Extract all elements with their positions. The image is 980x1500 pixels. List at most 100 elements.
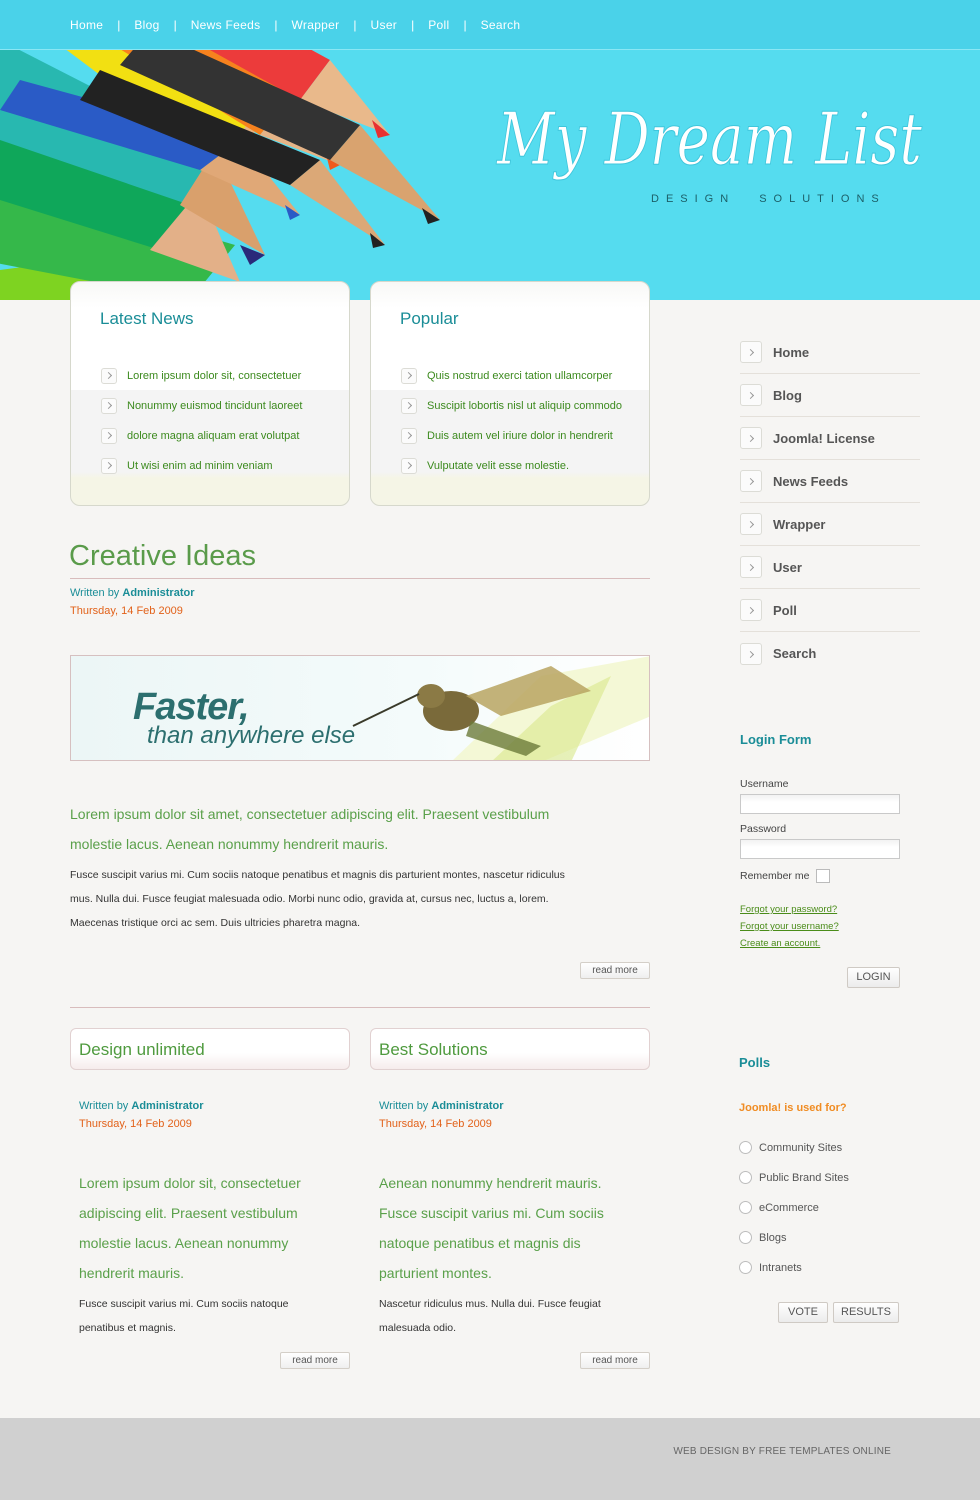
chevron-right-icon <box>101 458 117 474</box>
remember-me-checkbox[interactable] <box>816 869 830 883</box>
password-field[interactable] <box>740 839 900 859</box>
chevron-right-icon <box>740 341 762 363</box>
body-line: Nascetur ridiculus mus. Nulla dui. Fusce… <box>379 1298 601 1310</box>
tagline: DESIGN SOLUTIONS <box>651 193 886 205</box>
list-item[interactable]: Quis nostrud exerci tation ullamcorper <box>401 361 622 391</box>
username-label: Username <box>740 778 789 790</box>
body-line: Maecenas tristique orci ac sem. Duis ult… <box>70 917 361 929</box>
author-name: Administrator <box>431 1100 504 1112</box>
body-line: malesuada odio. <box>379 1322 457 1334</box>
side-menu-item-joomla-license[interactable]: Joomla! License <box>740 417 920 460</box>
latest-news-box: Latest News Lorem ipsum dolor sit, conse… <box>70 281 350 506</box>
create-account-link[interactable]: Create an account. <box>740 938 820 949</box>
article-body: Fusce suscipit varius mi. Cum sociis nat… <box>70 863 565 935</box>
topnav-news-feeds[interactable]: News Feeds <box>191 18 261 32</box>
body-line: Fusce suscipit varius mi. Cum sociis nat… <box>70 869 565 881</box>
article-lead: Lorem ipsum dolor sit amet, consectetuer… <box>70 799 549 859</box>
latest-news-title: Latest News <box>100 309 194 328</box>
lead-line: molestie lacus. Aenean nonummy hendrerit… <box>70 836 389 852</box>
side-menu-item-home[interactable]: Home <box>740 331 920 374</box>
lead-line: Aenean nonummy hendrerit mauris. <box>379 1175 602 1191</box>
list-item[interactable]: Nonummy euismod tincidunt laoreet <box>101 391 302 421</box>
list-item[interactable]: Vulputate velit esse molestie. <box>401 451 622 481</box>
body-line: Fusce suscipit varius mi. Cum sociis nat… <box>79 1298 289 1310</box>
divider <box>70 578 650 579</box>
polls-title: Polls <box>739 1055 771 1070</box>
vote-button[interactable]: VOTE <box>778 1302 828 1323</box>
logo-text: My Dream List <box>495 97 922 181</box>
chevron-right-icon <box>401 458 417 474</box>
password-label: Password <box>740 823 787 835</box>
poll-radio[interactable] <box>739 1231 752 1244</box>
side-menu-label: Home <box>773 344 810 360</box>
list-item-label: Suscipit lobortis nisl ut aliquip commod… <box>427 400 623 412</box>
top-navigation-bar: Home | Blog | News Feeds | Wrapper | User | Poll | S… <box>0 0 980 50</box>
lead-line: Lorem ipsum dolor sit, consectetuer <box>79 1175 301 1191</box>
side-menu-label: User <box>773 559 802 575</box>
side-menu-label: Blog <box>773 387 802 403</box>
article-header-box: Design unlimited <box>70 1028 350 1070</box>
forgot-username-link[interactable]: Forgot your username? <box>740 921 839 932</box>
results-button[interactable]: RESULTS <box>833 1302 899 1323</box>
article-author: Written by Administrator <box>79 1100 204 1112</box>
side-menu-label: Wrapper <box>773 516 826 532</box>
chevron-right-icon <box>101 428 117 444</box>
lead-line: molestie lacus. Aenean nonummy <box>79 1235 289 1251</box>
list-item[interactable]: Duis autem vel iriure dolor in hendrerit <box>401 421 622 451</box>
list-item[interactable]: Suscipit lobortis nisl ut aliquip commod… <box>401 391 622 421</box>
poll-radio[interactable] <box>739 1261 752 1274</box>
written-by-label: Written by <box>79 1100 129 1112</box>
chevron-right-icon <box>401 368 417 384</box>
remember-me-label: Remember me <box>740 870 810 882</box>
topnav-wrapper[interactable]: Wrapper <box>292 18 340 32</box>
side-menu: Home Blog Joomla! License News Feeds Wra… <box>740 331 920 675</box>
topnav-search[interactable]: Search <box>481 18 521 32</box>
read-more-button[interactable]: read more <box>280 1352 350 1369</box>
topnav-user[interactable]: User <box>371 18 398 32</box>
body-line: mus. Nulla dui. Fusce feugiat malesuada … <box>70 893 549 905</box>
separator: | <box>411 18 415 32</box>
side-menu-item-search[interactable]: Search <box>740 632 920 675</box>
separator: | <box>117 18 121 32</box>
topnav-blog[interactable]: Blog <box>134 18 159 32</box>
poll-question: Joomla! is used for? <box>739 1102 847 1114</box>
topnav-poll[interactable]: Poll <box>428 18 449 32</box>
chevron-right-icon <box>101 398 117 414</box>
side-menu-label: Search <box>773 646 817 661</box>
list-item[interactable]: dolore magna aliquam erat volutpat <box>101 421 302 451</box>
lead-line: natoque penatibus et magnis dis <box>379 1235 581 1251</box>
topnav-home[interactable]: Home <box>70 18 103 32</box>
poll-option-label: eCommerce <box>759 1202 819 1214</box>
side-menu-label: Joomla! License <box>773 430 875 446</box>
poll-radio[interactable] <box>739 1141 752 1154</box>
body-line: penatibus et magnis. <box>79 1322 176 1334</box>
side-menu-item-blog[interactable]: Blog <box>740 374 920 417</box>
list-item-label: dolore magna aliquam erat volutpat <box>127 430 300 442</box>
login-button[interactable]: LOGIN <box>847 967 900 988</box>
article-author: Written by Administrator <box>379 1100 504 1112</box>
lead-line: adipiscing elit. Praesent vestibulum <box>79 1205 298 1221</box>
article-banner-image: Faster, than anywhere else <box>70 655 650 761</box>
written-by-label: Written by <box>70 587 120 599</box>
forgot-password-link[interactable]: Forgot your password? <box>740 904 837 915</box>
list-item-label: Duis autem vel iriure dolor in hendrerit <box>427 430 613 442</box>
side-menu-item-user[interactable]: User <box>740 546 920 589</box>
list-item[interactable]: Ut wisi enim ad minim veniam <box>101 451 302 481</box>
popular-title: Popular <box>400 309 459 328</box>
login-form-title: Login Form <box>740 732 812 747</box>
header: Home | Blog | News Feeds | Wrapper | User | Poll | S… <box>0 0 980 300</box>
chevron-right-icon <box>401 428 417 444</box>
list-item[interactable]: Lorem ipsum dolor sit, consectetuer <box>101 361 302 391</box>
poll-option-label: Community Sites <box>759 1142 843 1154</box>
poll-radio[interactable] <box>739 1201 752 1214</box>
poll-radio[interactable] <box>739 1171 752 1184</box>
chevron-right-icon <box>740 384 762 406</box>
side-menu-item-wrapper[interactable]: Wrapper <box>740 503 920 546</box>
side-menu-item-poll[interactable]: Poll <box>740 589 920 632</box>
read-more-button[interactable]: read more <box>580 962 650 979</box>
list-item-label: Lorem ipsum dolor sit, consectetuer <box>127 370 302 382</box>
read-more-button[interactable]: read more <box>580 1352 650 1369</box>
side-menu-item-news-feeds[interactable]: News Feeds <box>740 460 920 503</box>
tagline-design: DESIGN <box>651 193 736 205</box>
username-field[interactable] <box>740 794 900 814</box>
